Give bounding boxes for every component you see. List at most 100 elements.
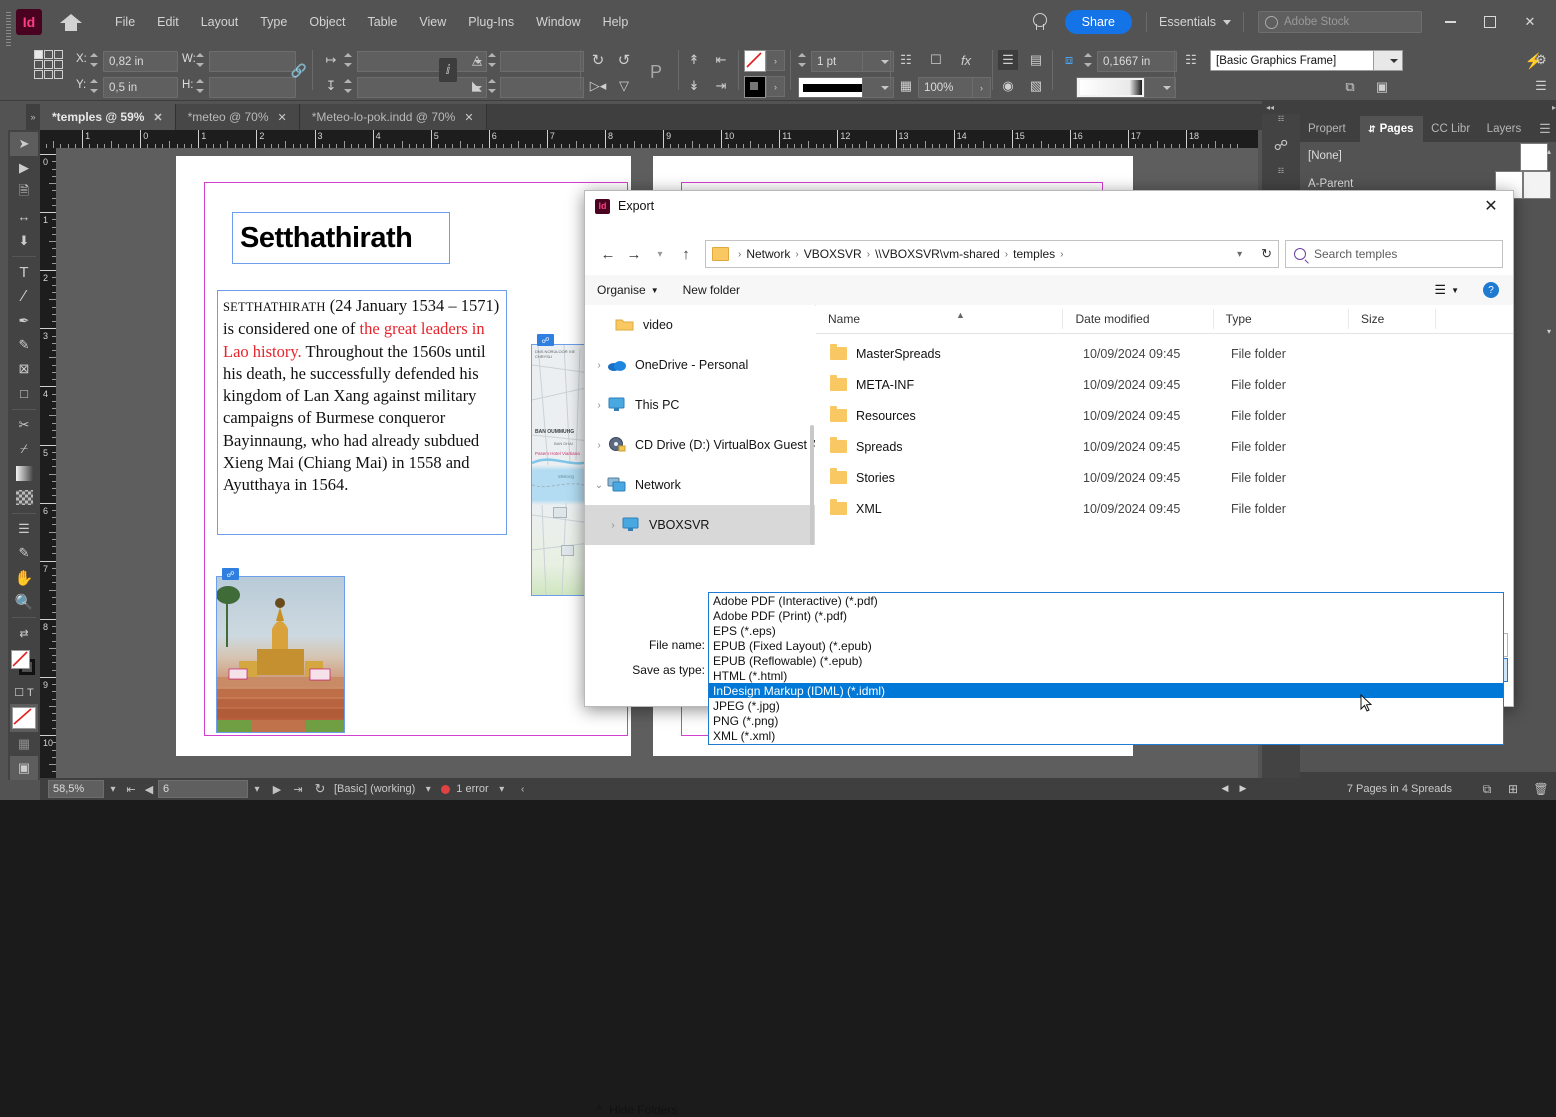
constrain-scale-icon[interactable]: ⅈ	[439, 58, 457, 82]
rotate-clockwise-icon[interactable]: ↻	[588, 50, 608, 70]
fit-content-icon[interactable]: ▧	[1026, 76, 1046, 96]
breadcrumb-network[interactable]: Network	[746, 247, 790, 261]
photo-link-badge[interactable]: ☍	[222, 568, 239, 580]
panel-dock-collapse-bar[interactable]: ◂◂ ▸▸	[1262, 100, 1556, 114]
breadcrumb-temples[interactable]: temples	[1013, 247, 1055, 261]
minimize-button[interactable]	[1430, 8, 1470, 36]
next-page-icon[interactable]: ▶	[266, 783, 288, 796]
note-tool[interactable]: ☰	[10, 517, 38, 541]
h-field[interactable]	[209, 77, 296, 98]
formatting-affects-container-icon[interactable]: ☐ T	[10, 680, 38, 704]
table-row[interactable]: Spreads 10/09/2024 09:45 File folder	[816, 431, 1513, 462]
line-tool[interactable]: ∕	[10, 285, 38, 309]
body-text-frame[interactable]: SETTHATHIRATH (24 January 1534 – 1571) i…	[217, 290, 507, 535]
table-row[interactable]: Stories 10/09/2024 09:45 File folder	[816, 462, 1513, 493]
gap-tool[interactable]: ↔	[10, 205, 38, 229]
hide-folders-button[interactable]: ^ Hide Folders	[597, 1103, 677, 1117]
opacity-menu[interactable]: ›	[972, 77, 991, 98]
x-field[interactable]: 0,82 in	[103, 51, 178, 72]
workspace-switcher[interactable]: Essentials	[1153, 15, 1237, 29]
rail-grip-1[interactable]: ☷	[1262, 114, 1300, 124]
close-icon[interactable]: ✕	[464, 111, 473, 124]
effects-fx-icon[interactable]: fx	[956, 50, 976, 70]
dialog-close-button[interactable]: ✕	[1469, 191, 1513, 221]
menu-layout[interactable]: Layout	[190, 15, 250, 29]
screen-mode-icon[interactable]: ▣	[10, 756, 38, 780]
last-page-icon[interactable]: ⇥	[288, 783, 308, 796]
rail-grip-2[interactable]: ☷	[1262, 166, 1300, 176]
option-eps[interactable]: EPS (*.eps)	[709, 623, 1503, 638]
menu-view[interactable]: View	[408, 15, 457, 29]
drop-shadow-icon[interactable]: ☐	[926, 50, 946, 70]
menu-file[interactable]: File	[104, 15, 146, 29]
refresh-icon[interactable]: ↻	[1261, 246, 1272, 262]
frame-tool[interactable]: ⊠	[10, 357, 38, 381]
settings-gear-icon[interactable]: ⚙	[1532, 52, 1550, 68]
stroke-weight-stepper[interactable]	[798, 51, 807, 69]
nav-item-video[interactable]: video	[585, 305, 815, 345]
content-collector-tool[interactable]: ⬇	[10, 229, 38, 253]
menu-table[interactable]: Table	[356, 15, 408, 29]
delete-page-icon[interactable]: 🗑	[1526, 782, 1556, 796]
new-page-from-master-icon[interactable]: ⧉	[1474, 782, 1500, 797]
tab-pages[interactable]: ⇵ Pages	[1360, 116, 1423, 142]
align-objects-icon[interactable]: ☰	[998, 50, 1018, 70]
nav-item-this-pc[interactable]: › This PC	[585, 385, 815, 425]
option-pdf-print[interactable]: Adobe PDF (Print) (*.pdf)	[709, 608, 1503, 623]
close-icon[interactable]: ✕	[153, 111, 162, 124]
forward-button[interactable]: →	[621, 241, 647, 267]
shear-stepper[interactable]	[488, 77, 497, 95]
table-row[interactable]: XML 10/09/2024 09:45 File folder	[816, 493, 1513, 524]
tab-layers[interactable]: Layers	[1479, 116, 1531, 142]
stroke-style-field[interactable]	[798, 77, 868, 98]
zoom-level-field[interactable]: 58,5%	[48, 780, 104, 798]
maximize-button[interactable]	[1470, 8, 1510, 36]
menu-help[interactable]: Help	[592, 15, 640, 29]
breadcrumb[interactable]: › Network › VBOXSVR › \\VBOXSVR\vm-share…	[705, 240, 1279, 268]
align-right-icon[interactable]: ⇥	[710, 76, 732, 96]
rotate-stepper[interactable]	[488, 51, 497, 69]
map-link-badge[interactable]: ☍	[537, 334, 554, 346]
breadcrumb-dropdown-icon[interactable]: ▾	[1237, 249, 1242, 260]
column-header-extra[interactable]	[1435, 309, 1513, 329]
nav-item-network[interactable]: ⌄ Network	[585, 465, 815, 505]
recent-locations-button[interactable]: ▾	[647, 241, 673, 267]
search-box[interactable]: Search temples	[1285, 240, 1503, 268]
title-text-frame[interactable]: Setthathirath	[232, 212, 450, 264]
gradient-dropdown[interactable]	[1144, 77, 1176, 98]
text-wrap-icon[interactable]: ☷	[896, 50, 916, 70]
chevron-right-icon[interactable]: ›	[591, 440, 607, 451]
horizontal-ruler[interactable]: 210123456789101112131415161718	[40, 130, 1258, 148]
table-row[interactable]: META-INF 10/09/2024 09:45 File folder	[816, 369, 1513, 400]
document-tab-temples[interactable]: *temples @ 59% ✕	[40, 104, 176, 130]
stroke-color-swatch[interactable]	[744, 50, 766, 72]
organise-button[interactable]: Organise ▼	[585, 283, 671, 297]
object-style-dropdown[interactable]	[1373, 50, 1403, 71]
auto-fit-icon[interactable]: ▣	[1372, 78, 1392, 96]
share-button[interactable]: Share	[1065, 10, 1132, 34]
page-thumbnail[interactable]	[1523, 171, 1551, 199]
chevron-right-icon[interactable]: ›	[591, 360, 607, 371]
control-panel-menu-icon[interactable]: ☰	[1532, 78, 1550, 94]
zoom-dropdown-icon[interactable]: ▾	[104, 784, 122, 795]
document-tab-meteo[interactable]: *meteo @ 70% ✕	[176, 104, 300, 130]
corner-options-icon[interactable]: ⧈	[1058, 50, 1080, 70]
error-dropdown-icon[interactable]: ▾	[489, 784, 515, 795]
up-button[interactable]: ↑	[673, 241, 699, 267]
new-page-icon[interactable]: ⊞	[1500, 782, 1526, 796]
x-stepper[interactable]	[90, 51, 99, 69]
align-left-icon[interactable]: ⇤	[710, 50, 732, 70]
object-style-field[interactable]: [Basic Graphics Frame]	[1210, 50, 1387, 71]
page-number-field[interactable]: 6	[158, 780, 248, 798]
save-as-type-dropdown-list[interactable]: Adobe PDF (Interactive) (*.pdf) Adobe PD…	[708, 592, 1504, 745]
corner-radius-stepper[interactable]	[1084, 51, 1093, 69]
adobe-stock-search[interactable]: Adobe Stock	[1258, 11, 1422, 33]
table-row[interactable]: Resources 10/09/2024 09:45 File folder	[816, 400, 1513, 431]
option-html[interactable]: HTML (*.html)	[709, 668, 1503, 683]
normal-view-mode-icon[interactable]: ▦	[10, 732, 38, 756]
apply-none-icon[interactable]	[10, 704, 38, 731]
hand-tool[interactable]: ✋	[10, 565, 38, 589]
option-pdf-interactive[interactable]: Adobe PDF (Interactive) (*.pdf)	[709, 593, 1503, 608]
dialog-file-list[interactable]: Name Date modified Type Size ▲ MasterSpr…	[816, 305, 1513, 627]
shear-combo[interactable]	[500, 77, 584, 98]
